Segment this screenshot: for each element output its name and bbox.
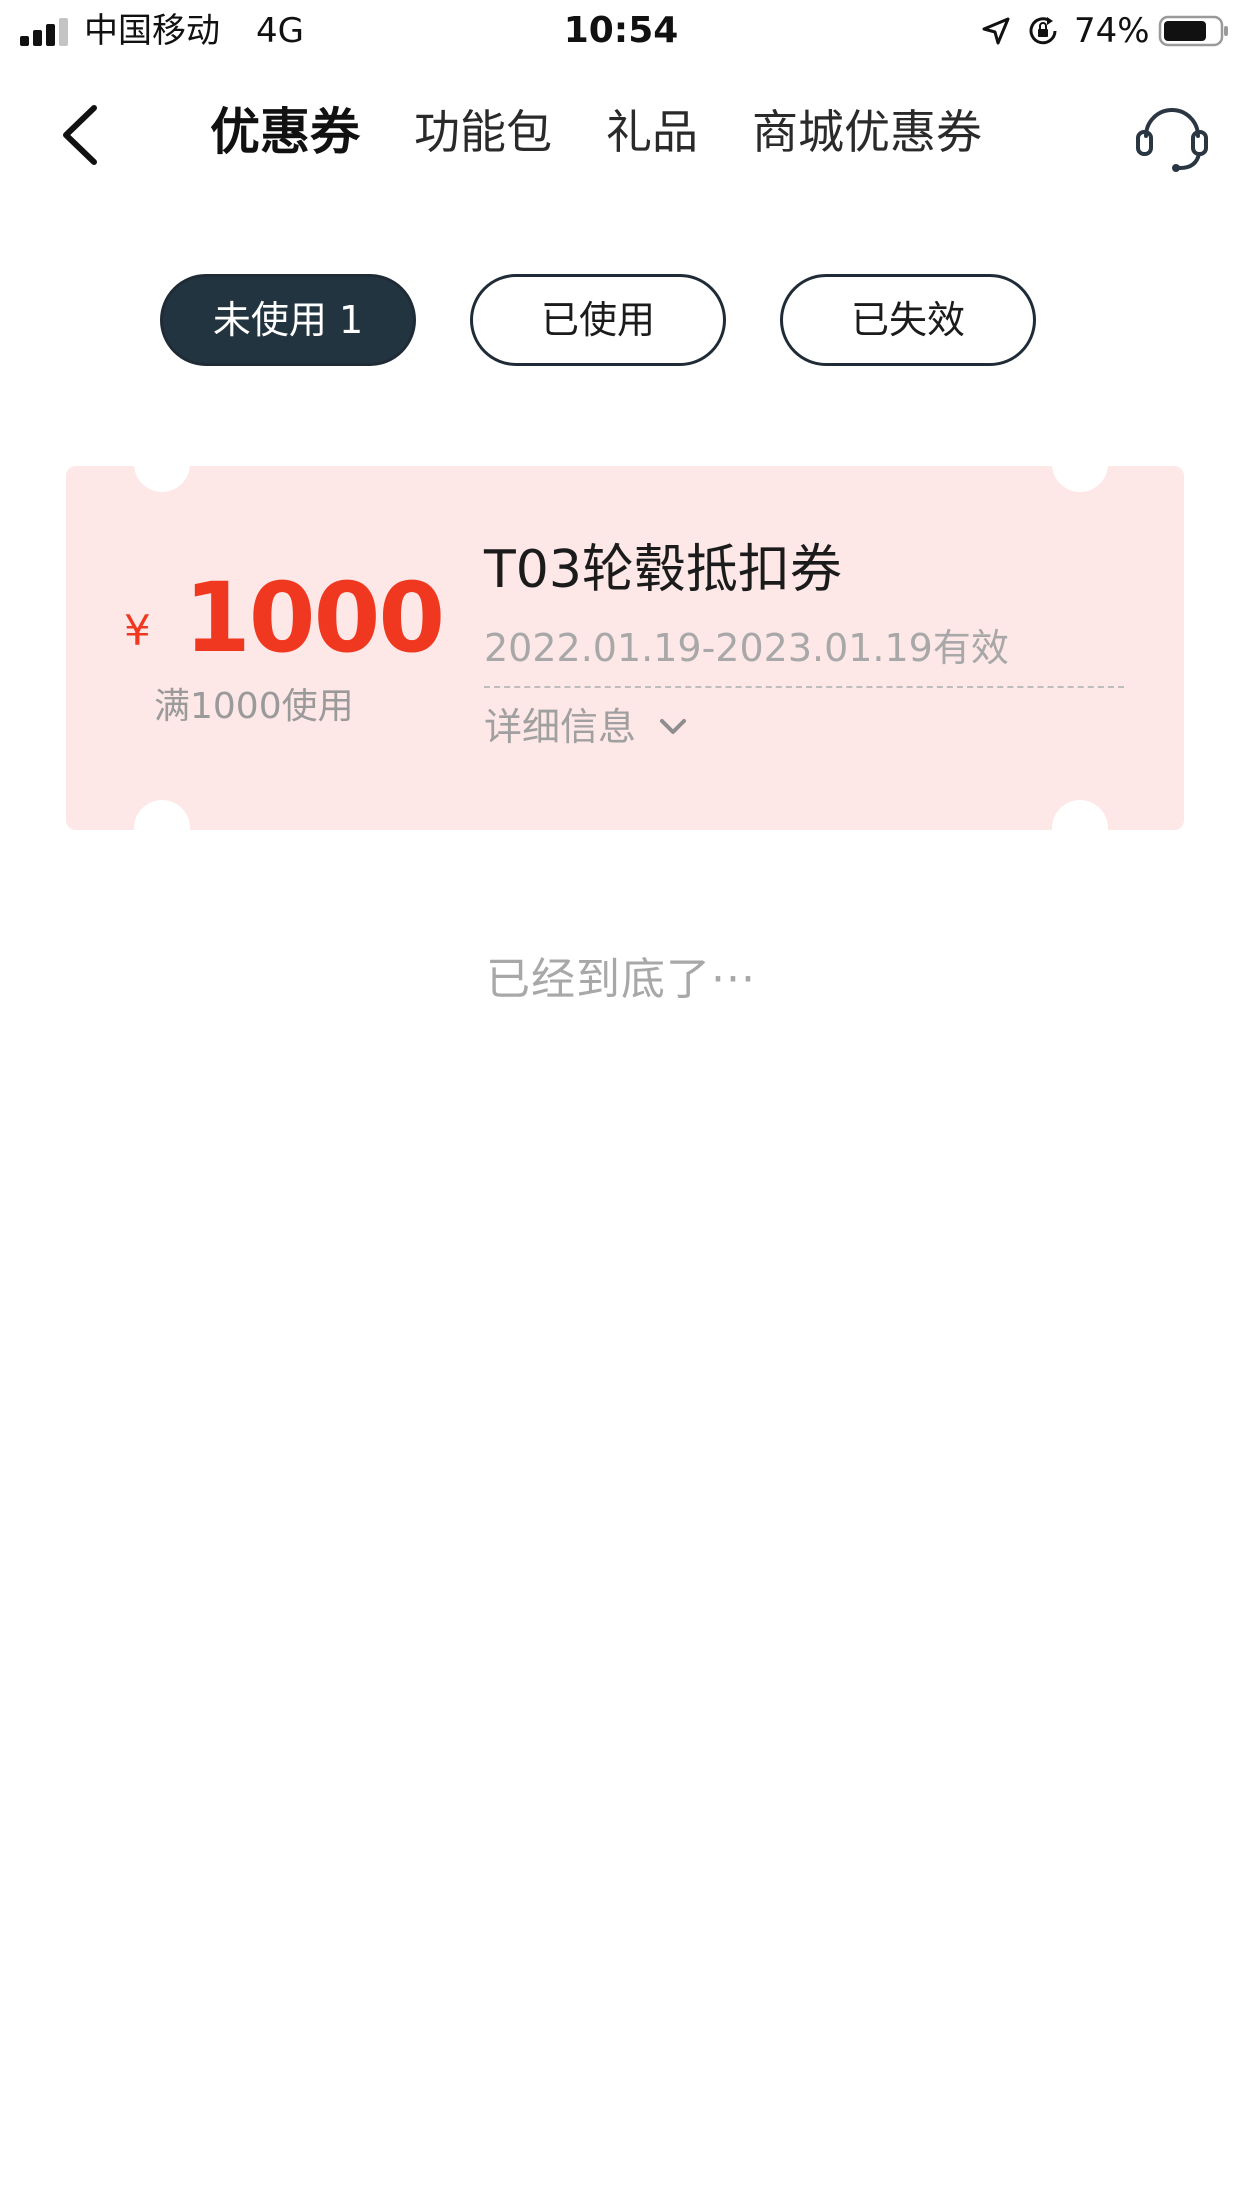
coupon-notch bbox=[134, 800, 190, 830]
tab-gifts[interactable]: 礼品 bbox=[606, 96, 698, 168]
customer-service-button[interactable] bbox=[1130, 92, 1214, 176]
coupon-title: T03轮毂抵扣券 bbox=[484, 540, 842, 600]
coupon-condition: 满1000使用 bbox=[154, 686, 354, 727]
battery-percent: 74% bbox=[1074, 11, 1150, 51]
signal-icon bbox=[20, 16, 72, 46]
filter-expired[interactable]: 已失效 bbox=[780, 274, 1036, 366]
network-type: 4G bbox=[256, 11, 304, 51]
currency-symbol: ¥ bbox=[124, 606, 151, 655]
filter-used[interactable]: 已使用 bbox=[470, 274, 726, 366]
details-label: 详细信息 bbox=[484, 705, 637, 749]
tab-feature-packs[interactable]: 功能包 bbox=[414, 96, 552, 168]
coupon-notch bbox=[1052, 800, 1108, 830]
tab-coupons[interactable]: 优惠券 bbox=[210, 96, 360, 168]
end-of-list-text: 已经到底了··· bbox=[486, 954, 756, 1005]
filter-unused[interactable]: 未使用 1 bbox=[160, 274, 416, 366]
battery-icon bbox=[1158, 15, 1228, 47]
chevron-left-icon bbox=[63, 105, 97, 165]
chevron-down-icon bbox=[660, 718, 687, 734]
coupon-notch bbox=[1052, 466, 1108, 492]
rotation-lock-icon bbox=[1029, 17, 1057, 45]
carrier-name: 中国移动 bbox=[84, 11, 220, 51]
coupon-notch bbox=[134, 466, 190, 492]
tab-mall-coupons[interactable]: 商城优惠券 bbox=[752, 96, 982, 168]
headset-icon bbox=[1136, 108, 1208, 172]
coupon-amount: 1000 bbox=[184, 562, 445, 674]
location-arrow-icon bbox=[982, 17, 1010, 45]
divider bbox=[484, 686, 1124, 688]
coupon-validity: 2022.01.19-2023.01.19有效 bbox=[484, 626, 1009, 670]
back-button[interactable] bbox=[44, 90, 114, 180]
status-bar: 中国移动 4G 10:54 74% bbox=[0, 0, 1242, 64]
details-toggle[interactable]: 详细信息 bbox=[484, 702, 688, 752]
coupon-card[interactable]: ¥ 1000 满1000使用 T03轮毂抵扣券 2022.01.19-2023.… bbox=[66, 466, 1184, 830]
status-time: 10:54 bbox=[563, 10, 679, 51]
